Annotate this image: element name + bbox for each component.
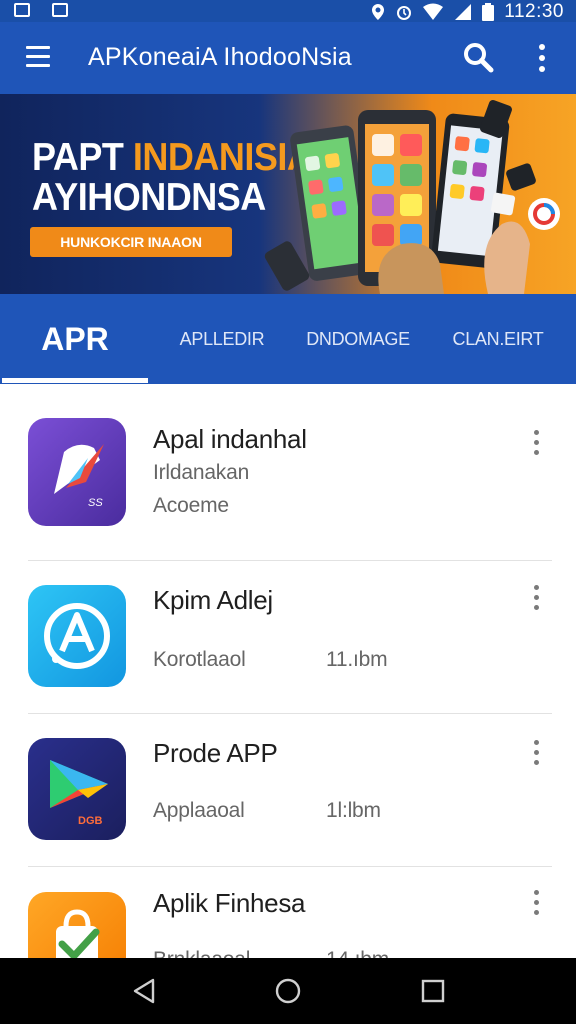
app-bar: APKoneaiA IhodooNsia	[0, 22, 576, 94]
app-developer: Korotlaaol	[153, 648, 246, 671]
battery-icon	[482, 3, 495, 21]
back-button[interactable]	[128, 974, 162, 1008]
item-overflow-button[interactable]	[526, 426, 548, 460]
category-tabs: APR APLLEDIR DNDOMAGE CLAN.EIRT	[0, 294, 576, 384]
app-icon-badge: SS	[88, 497, 103, 509]
wifi-icon	[423, 3, 444, 20]
item-overflow-button[interactable]	[526, 736, 548, 770]
app-icon-badge: DGB	[78, 815, 103, 827]
search-button[interactable]	[460, 40, 496, 76]
app-icon	[28, 585, 126, 687]
tab-aplledir[interactable]: APLLEDIR	[160, 294, 284, 384]
tab-indicator	[2, 378, 148, 383]
location-icon	[372, 4, 385, 20]
system-icons: 112:30	[370, 1, 564, 23]
tab-clan-eirt[interactable]: CLAN.EIRT	[436, 294, 560, 384]
search-icon	[464, 43, 494, 73]
app-name: Prode APP	[153, 738, 278, 768]
app-size: 11.ıbm	[326, 648, 388, 671]
store-app-icon	[44, 603, 110, 669]
app-icon: SS	[28, 418, 126, 526]
app-developer: Applaaoal	[153, 799, 245, 822]
shopping-app-icon	[56, 909, 100, 958]
play-app-icon: DGB	[50, 760, 108, 827]
compass-app-icon: SS	[54, 444, 104, 509]
home-icon	[275, 978, 301, 1004]
app-size: 14.ıbm	[326, 948, 389, 958]
tab-dndomage[interactable]: DNDOMAGE	[296, 294, 420, 384]
banner-subheadline: AYIHONDNSA	[32, 174, 266, 219]
home-button[interactable]	[271, 974, 305, 1008]
notification-icons	[14, 3, 68, 17]
back-icon	[133, 978, 155, 1004]
app-category: Acoeme	[153, 494, 229, 517]
list-item[interactable]: Aplik Finhesa Brnklaaoal 14.ıbm	[0, 866, 576, 958]
app-icon	[28, 892, 126, 958]
menu-button[interactable]	[26, 46, 52, 68]
list-item[interactable]: SS Apal indanhal Irldanakan Acoeme	[0, 384, 576, 561]
app-name: Kpim Adlej	[153, 585, 273, 615]
item-overflow-button[interactable]	[526, 581, 548, 615]
banner-cta-button[interactable]: HUNKOKCIR INAAON	[30, 227, 232, 257]
recents-icon	[421, 979, 445, 1003]
app-developer: Irldanakan	[153, 461, 250, 484]
promo-banner[interactable]: PAPT INDANISIA AYIHONDNSA HUNKOKCIR INAA…	[0, 94, 576, 294]
phones-illustration	[264, 100, 536, 294]
status-bar: 112:30	[0, 0, 576, 22]
list-item[interactable]: Kpim Adlej Korotlaaol 11.ıbm	[0, 561, 576, 714]
banner-badge	[528, 198, 560, 230]
alarm-icon	[397, 6, 412, 20]
app-logo-icon	[533, 203, 555, 225]
signal-icon	[455, 4, 472, 20]
app-developer: Brnklaaoal	[153, 948, 250, 958]
notification-icon	[14, 3, 30, 17]
recents-button[interactable]	[416, 974, 450, 1008]
clock: 112:30	[504, 1, 564, 22]
gallery-icon	[52, 3, 68, 17]
item-overflow-button[interactable]	[526, 886, 548, 920]
app-list: SS Apal indanhal Irldanakan Acoeme Kpim …	[0, 384, 576, 958]
system-nav-bar	[0, 958, 576, 1024]
app-name: Aplik Finhesa	[153, 888, 306, 918]
overflow-menu-button[interactable]	[530, 40, 554, 76]
app-icon: DGB	[28, 738, 126, 840]
app-name: Apal indanhal	[153, 424, 307, 454]
tab-apr[interactable]: APR	[2, 294, 148, 384]
app-title: APKoneaiA IhodooNsia	[88, 43, 352, 71]
app-size: 1l:lbm	[326, 799, 381, 822]
list-item[interactable]: DGB Prode APP Applaaoal 1l:lbm	[0, 714, 576, 867]
